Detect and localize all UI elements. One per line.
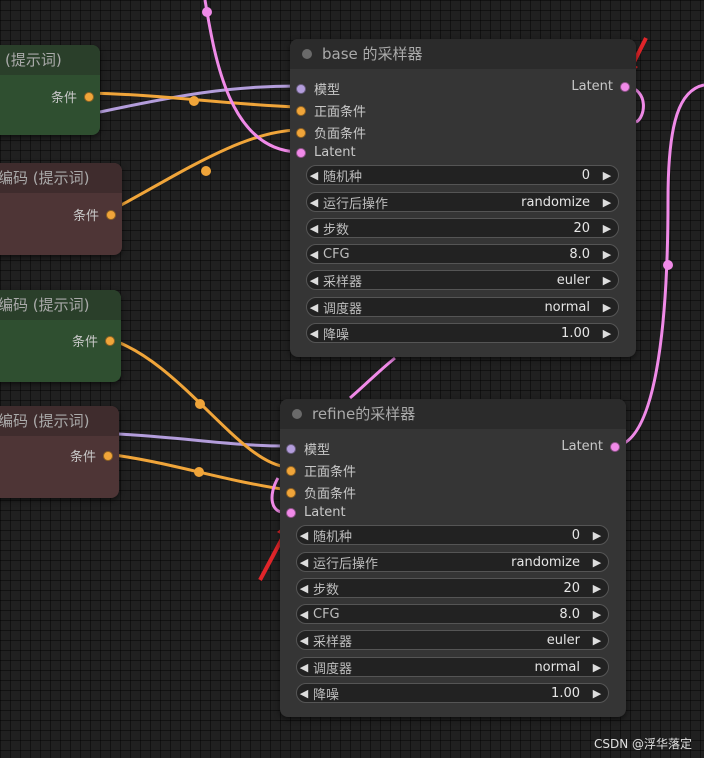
widget-cfg[interactable]: ◀ CFG 8.0 ▶ bbox=[306, 244, 619, 264]
increment-arrow-icon[interactable]: ▶ bbox=[600, 222, 614, 235]
decrement-arrow-icon[interactable]: ◀ bbox=[307, 169, 321, 182]
reroute-dot bbox=[663, 260, 673, 270]
node-title: 编码 (提示词) bbox=[0, 290, 121, 320]
output-slot[interactable] bbox=[105, 335, 115, 346]
widget-control-after[interactable]: ◀ 运行后操作 randomize ▶ bbox=[306, 192, 619, 212]
widget-seed[interactable]: ◀ 随机种 0 ▶ bbox=[306, 165, 619, 185]
collapse-dot-icon[interactable] bbox=[302, 48, 312, 59]
widget-denoise[interactable]: ◀ 降噪 1.00 ▶ bbox=[306, 323, 619, 343]
widget-scheduler[interactable]: ◀ 调度器 normal ▶ bbox=[306, 297, 619, 317]
node-title: (提示词) bbox=[0, 45, 100, 75]
decrement-arrow-icon[interactable]: ◀ bbox=[307, 301, 321, 314]
decrement-arrow-icon[interactable]: ◀ bbox=[297, 608, 311, 621]
reroute-dot bbox=[195, 399, 205, 409]
node-title: 编码 (提示词) bbox=[0, 406, 119, 436]
input-positive[interactable]: 正面条件 bbox=[286, 461, 356, 480]
output-slot[interactable] bbox=[620, 81, 630, 92]
increment-arrow-icon[interactable]: ▶ bbox=[600, 196, 614, 209]
output-slot[interactable] bbox=[106, 209, 116, 220]
ksampler-node-refine[interactable]: refine的采样器 模型 正面条件 负面条件 Latent Latent ◀ 随… bbox=[280, 399, 626, 717]
widget-steps[interactable]: ◀ 步数 20 ▶ bbox=[296, 578, 609, 598]
node-title: 编码 (提示词) bbox=[0, 163, 122, 193]
output-label: 条件 bbox=[50, 91, 77, 106]
decrement-arrow-icon[interactable]: ◀ bbox=[307, 327, 321, 340]
ksampler-node-base[interactable]: base 的采样器 模型 正面条件 负面条件 Latent Latent ◀ 随机… bbox=[290, 39, 636, 357]
node-title: refine的采样器 bbox=[312, 405, 416, 423]
input-slot[interactable] bbox=[286, 443, 296, 454]
output-slot[interactable] bbox=[84, 91, 94, 102]
reroute-dot bbox=[202, 7, 212, 17]
widget-sampler[interactable]: ◀ 采样器 euler ▶ bbox=[306, 270, 619, 290]
decrement-arrow-icon[interactable]: ◀ bbox=[307, 274, 321, 287]
output-latent[interactable]: Latent bbox=[561, 439, 620, 454]
input-slot[interactable] bbox=[286, 487, 296, 498]
widget-seed[interactable]: ◀ 随机种 0 ▶ bbox=[296, 525, 609, 545]
input-latent[interactable]: Latent bbox=[286, 505, 346, 520]
input-model[interactable]: 模型 bbox=[286, 439, 330, 458]
cond-wire-base-neg bbox=[109, 128, 299, 213]
reroute-dot bbox=[189, 96, 199, 106]
increment-arrow-icon[interactable]: ▶ bbox=[600, 169, 614, 182]
increment-arrow-icon[interactable]: ▶ bbox=[590, 634, 604, 647]
input-slot[interactable] bbox=[296, 147, 306, 158]
widget-sampler[interactable]: ◀ 采样器 euler ▶ bbox=[296, 630, 609, 650]
decrement-arrow-icon[interactable]: ◀ bbox=[297, 556, 311, 569]
decrement-arrow-icon[interactable]: ◀ bbox=[297, 661, 311, 674]
input-slot[interactable] bbox=[296, 83, 306, 94]
output-slot[interactable] bbox=[103, 450, 113, 461]
decrement-arrow-icon[interactable]: ◀ bbox=[297, 687, 311, 700]
increment-arrow-icon[interactable]: ▶ bbox=[600, 301, 614, 314]
increment-arrow-icon[interactable]: ▶ bbox=[590, 556, 604, 569]
clip-text-encode-node[interactable]: 编码 (提示词) 条件 bbox=[0, 163, 122, 255]
decrement-arrow-icon[interactable]: ◀ bbox=[297, 582, 311, 595]
clip-text-encode-node[interactable]: 编码 (提示词) 条件 bbox=[0, 290, 121, 382]
collapse-dot-icon[interactable] bbox=[292, 408, 302, 419]
decrement-arrow-icon[interactable]: ◀ bbox=[297, 634, 311, 647]
watermark: CSDN @浮华落定 bbox=[593, 737, 692, 751]
increment-arrow-icon[interactable]: ▶ bbox=[590, 661, 604, 674]
latent-wire-base-to-refine bbox=[349, 356, 396, 400]
increment-arrow-icon[interactable]: ▶ bbox=[590, 687, 604, 700]
increment-arrow-icon[interactable]: ▶ bbox=[590, 529, 604, 542]
output-slot[interactable] bbox=[610, 441, 620, 452]
increment-arrow-icon[interactable]: ▶ bbox=[600, 248, 614, 261]
model-wire-refine bbox=[117, 432, 289, 448]
cond-wire-base-pos bbox=[87, 91, 299, 109]
widget-steps[interactable]: ◀ 步数 20 ▶ bbox=[306, 218, 619, 238]
decrement-arrow-icon[interactable]: ◀ bbox=[307, 222, 321, 235]
input-slot[interactable] bbox=[296, 105, 306, 116]
decrement-arrow-icon[interactable]: ◀ bbox=[307, 196, 321, 209]
input-latent[interactable]: Latent bbox=[296, 145, 356, 160]
increment-arrow-icon[interactable]: ▶ bbox=[590, 582, 604, 595]
widget-scheduler[interactable]: ◀ 调度器 normal ▶ bbox=[296, 657, 609, 677]
input-negative[interactable]: 负面条件 bbox=[286, 483, 356, 502]
decrement-arrow-icon[interactable]: ◀ bbox=[297, 529, 311, 542]
increment-arrow-icon[interactable]: ▶ bbox=[600, 327, 614, 340]
cond-wire-refine-neg bbox=[106, 452, 289, 492]
input-slot[interactable] bbox=[286, 465, 296, 476]
decrement-arrow-icon[interactable]: ◀ bbox=[307, 248, 321, 261]
increment-arrow-icon[interactable]: ▶ bbox=[590, 608, 604, 621]
clip-text-encode-node[interactable]: (提示词) 条件 bbox=[0, 45, 100, 135]
reroute-dot bbox=[194, 467, 204, 477]
model-wire-base bbox=[99, 84, 299, 114]
cond-wire-refine-pos bbox=[108, 337, 289, 469]
widget-control-after[interactable]: ◀ 运行后操作 randomize ▶ bbox=[296, 552, 609, 572]
input-slot[interactable] bbox=[286, 507, 296, 518]
latent-wire-base-in bbox=[203, 0, 299, 154]
output-label: 条件 bbox=[69, 450, 96, 465]
input-positive[interactable]: 正面条件 bbox=[296, 101, 366, 120]
input-slot[interactable] bbox=[296, 127, 306, 138]
output-label: 条件 bbox=[71, 335, 98, 350]
clip-text-encode-node[interactable]: 编码 (提示词) 条件 bbox=[0, 406, 119, 498]
input-negative[interactable]: 负面条件 bbox=[296, 123, 366, 142]
output-label: 条件 bbox=[72, 209, 99, 224]
output-latent[interactable]: Latent bbox=[571, 79, 630, 94]
widget-cfg[interactable]: ◀ CFG 8.0 ▶ bbox=[296, 604, 609, 624]
widget-denoise[interactable]: ◀ 降噪 1.00 ▶ bbox=[296, 683, 609, 703]
node-title: base 的采样器 bbox=[322, 45, 423, 63]
reroute-dot bbox=[201, 166, 211, 176]
input-model[interactable]: 模型 bbox=[296, 79, 340, 98]
increment-arrow-icon[interactable]: ▶ bbox=[600, 274, 614, 287]
